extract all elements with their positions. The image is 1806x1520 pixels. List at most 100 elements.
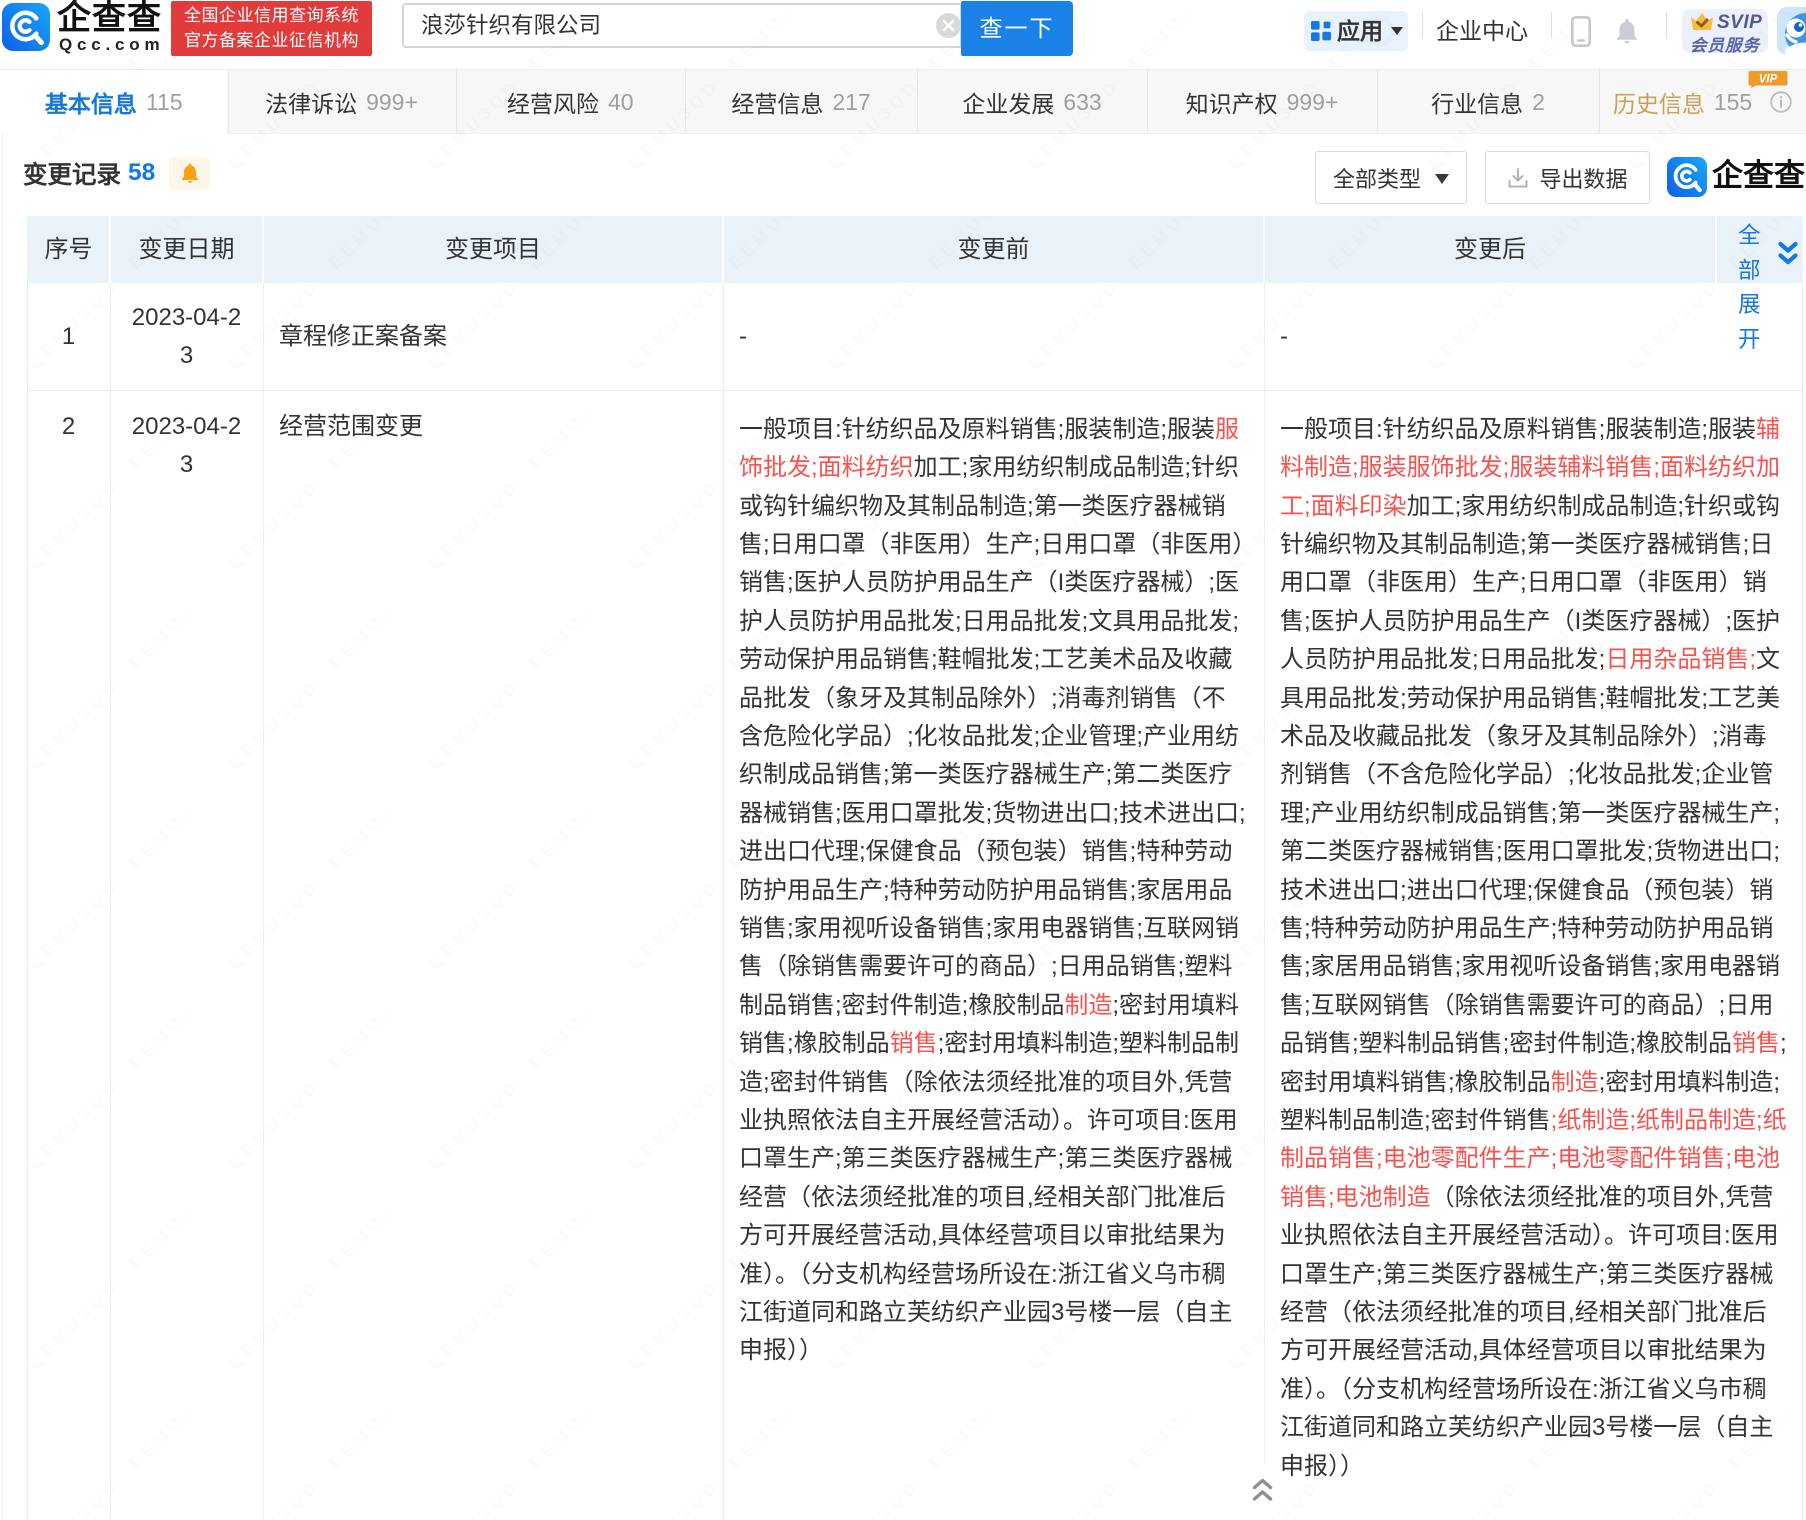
nav-tab-label: 历史信息 — [1613, 85, 1705, 119]
row2-date: 2023-04-23 — [126, 408, 247, 485]
export-label: 导出数据 — [1539, 162, 1627, 194]
table-header-3: 变更项目 — [263, 216, 723, 283]
badge-line2: 官方备案企业征信机构 — [171, 29, 372, 54]
qcc-logo-mark — [2, 3, 50, 51]
header-divider — [1551, 12, 1552, 38]
nav-tab-count: 155 — [1714, 89, 1752, 116]
filter-type-button[interactable]: 全部类型 — [1315, 151, 1467, 204]
table-header-2: 变更日期 — [110, 216, 263, 283]
row1-date: 2023-04-23 — [126, 299, 247, 376]
row2-item: 经营范围变更 — [279, 408, 423, 446]
nav-tab-1[interactable]: 基本信息 115 — [0, 70, 228, 134]
header-cell-gap — [1263, 216, 1265, 283]
header-cell-gap — [1715, 216, 1717, 283]
col-divider-4 — [1264, 283, 1265, 1464]
nav-tab-count: 2 — [1532, 89, 1545, 116]
section-header: 变更记录 58 — [23, 156, 210, 190]
row-divider — [27, 390, 1803, 391]
top-header: 企查查 Qcc.com 全国企业信用查询系统 官方备案企业征信机构 浪莎针织有限… — [0, 0, 1806, 62]
section-count: 58 — [128, 159, 155, 187]
header-cell-gap — [722, 216, 724, 283]
nav-tab-label: 经营风险 — [507, 85, 599, 119]
nav-tab-count: 633 — [1063, 89, 1101, 116]
vip-badge: VIP — [1748, 70, 1788, 88]
nav-tab-count: 999+ — [366, 89, 418, 116]
nav-tab-label: 基本信息 — [45, 85, 137, 119]
svip-member-service[interactable]: SVIP 会员服务 — [1682, 9, 1768, 53]
col-divider-1 — [110, 283, 111, 1520]
col-divider-3 — [723, 283, 724, 1520]
qcc-logo-domain: Qcc.com — [59, 35, 164, 55]
nav-tab-5[interactable]: 企业发展 633 — [917, 70, 1147, 134]
table-header-5: 变更后 — [1264, 216, 1716, 283]
section-title: 变更记录 — [23, 156, 121, 191]
nav-tab-label: 法律诉讼 — [265, 85, 357, 119]
notification-bell-icon[interactable] — [1612, 16, 1642, 46]
row1-before: - — [739, 318, 747, 356]
download-icon — [1507, 167, 1529, 189]
nav-tab-label: 行业信息 — [1431, 85, 1523, 119]
table-border-left — [27, 283, 28, 1520]
export-data-button[interactable]: 导出数据 — [1485, 151, 1650, 204]
subscribe-bell-chip[interactable] — [169, 157, 210, 190]
row2-after-text: 一般项目:针纺织品及原料销售;服装制造;服装辅料制造;服装服饰批发;服装辅料销售… — [1280, 411, 1788, 1486]
svip-crown-icon — [1689, 11, 1715, 33]
subscribe-bell-icon — [178, 161, 202, 185]
search-input[interactable]: 浪莎针织有限公司 — [421, 5, 601, 46]
brand-logo-text: 企查查 — [1712, 156, 1805, 196]
row1-no: 1 — [27, 318, 110, 356]
search-box: 浪莎针织有限公司 — [402, 3, 962, 48]
row2-no: 2 — [27, 408, 110, 446]
expand-all-chevrons-icon[interactable] — [1778, 241, 1798, 267]
brand-logo-icon — [1667, 157, 1707, 197]
row1-after: - — [1280, 318, 1288, 356]
header-divider — [1666, 12, 1667, 38]
badge-line1: 全国企业信用查询系统 — [171, 4, 372, 29]
apps-caret-icon — [1391, 27, 1403, 35]
qcc-logo-title[interactable]: 企查查 — [57, 0, 162, 37]
nav-tab-6[interactable]: 知识产权 999+ — [1147, 70, 1377, 134]
header-cell-gap — [262, 216, 264, 283]
page-left-edge — [2, 69, 3, 1520]
nav-tab-count: 217 — [832, 89, 870, 116]
table-header: 序号变更日期变更项目变更前变更后 — [27, 216, 1803, 283]
brand-logo-mark — [1667, 157, 1707, 197]
table-border-right — [1802, 283, 1803, 1520]
apps-grid-icon — [1311, 21, 1331, 41]
nav-tab-label: 经营信息 — [731, 85, 823, 119]
vip-ribbon-icon: VIP — [1748, 70, 1788, 88]
table-header-4: 变更前 — [723, 216, 1264, 283]
nav-tab-4[interactable]: 经营信息 217 — [685, 70, 917, 134]
nav-tab-7[interactable]: 行业信息 2 — [1377, 70, 1599, 134]
filter-caret-icon — [1435, 174, 1449, 184]
nav-tab-label: 企业发展 — [962, 85, 1054, 119]
header-divider — [1422, 12, 1423, 38]
table-header-1: 序号 — [27, 216, 110, 283]
nav-tab-count: 115 — [146, 89, 183, 116]
row2-before-text: 一般项目:针纺织品及原料销售;服装制造;服装服饰批发;面料纺织加工;家用纺织制成… — [739, 411, 1247, 1371]
vip-badge-label: VIP — [1759, 74, 1778, 86]
col-divider-2 — [263, 283, 264, 1520]
expand-all-control[interactable]: 全部展开 — [1738, 219, 1764, 357]
nav-tab-label: 知识产权 — [1186, 85, 1278, 119]
mobile-app-icon[interactable] — [1571, 16, 1591, 47]
nav-tab-3[interactable]: 经营风险 40 — [456, 70, 686, 134]
filter-type-label: 全部类型 — [1333, 162, 1421, 194]
qcc-logo-icon[interactable] — [2, 3, 50, 51]
row1-item: 章程修正案备案 — [279, 318, 447, 356]
svip-label: SVIP — [1717, 12, 1762, 34]
apps-menu[interactable]: 应用 — [1304, 11, 1408, 51]
enterprise-center-link[interactable]: 企业中心 — [1436, 0, 1528, 62]
nav-tab-count: 40 — [608, 89, 634, 116]
table-body: 1 2023-04-23 章程修正案备案 - - 2 2023-04-23 经营… — [27, 283, 1803, 1520]
penguin-mascot-icon — [1777, 7, 1806, 55]
mascot-avatar[interactable] — [1777, 7, 1806, 55]
clear-search-icon[interactable] — [936, 13, 961, 38]
certification-badge: 全国企业信用查询系统 官方备案企业征信机构 — [171, 1, 372, 56]
nav-tab-count: 999+ — [1287, 89, 1339, 116]
search-button[interactable]: 查一下 — [961, 1, 1073, 56]
collapse-row-icon[interactable] — [1251, 1476, 1274, 1504]
info-icon[interactable] — [1770, 91, 1792, 113]
header-cell-gap — [109, 216, 111, 283]
nav-tab-2[interactable]: 法律诉讼 999+ — [228, 70, 456, 134]
